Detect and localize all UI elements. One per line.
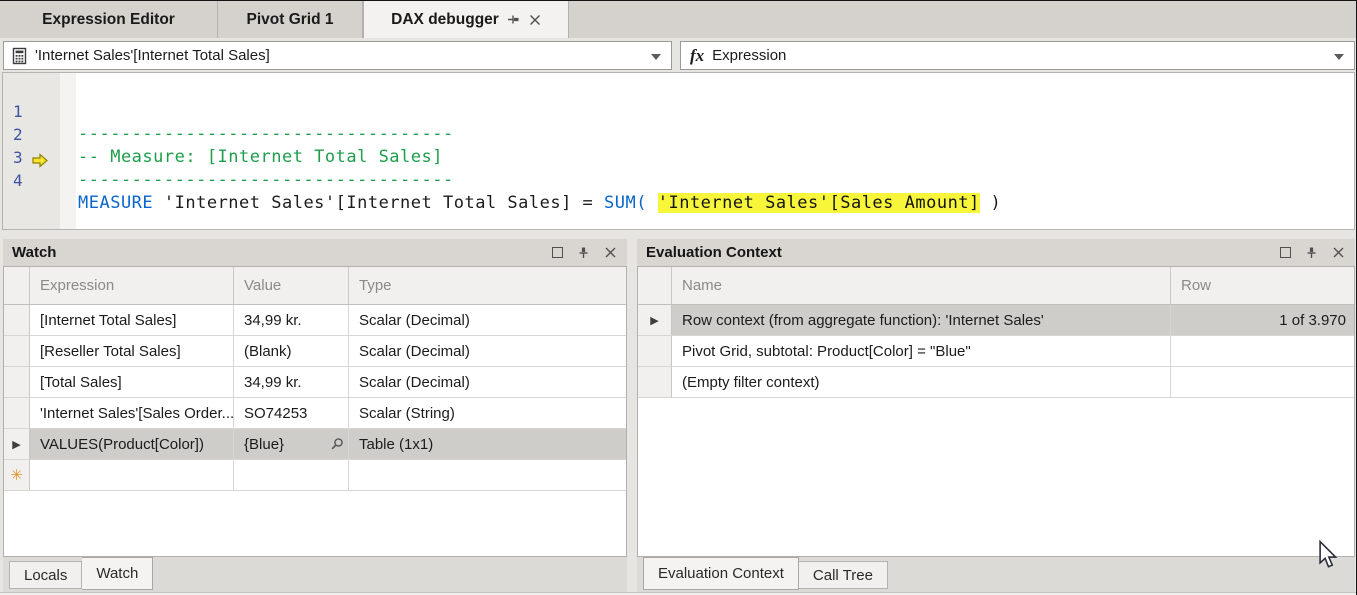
close-icon[interactable] — [529, 14, 541, 26]
code-statement: MEASURE 'Internet Sales'[Internet Total … — [78, 192, 1001, 215]
column-header-name[interactable]: Name — [672, 267, 1171, 304]
watch-row[interactable]: 'Internet Sales'[Sales Order... SO74253 … — [4, 398, 626, 429]
evaluation-context-panel: Evaluation Context Name Row ▶ — [637, 239, 1355, 557]
evaluation-row[interactable]: (Empty filter context) — [638, 367, 1354, 398]
column-header-type[interactable]: Type — [349, 267, 626, 304]
close-icon[interactable] — [604, 246, 617, 259]
tab-evaluation-context[interactable]: Evaluation Context — [643, 557, 799, 590]
code-line-2: 2 -- Measure: [Internet Total Sales] — [3, 100, 1354, 123]
tab-pivot-grid-1[interactable]: Pivot Grid 1 — [218, 1, 363, 38]
current-row-arrow-icon: ▶ — [12, 438, 20, 451]
watch-grid: Expression Value Type [Internet Total Sa… — [3, 266, 627, 557]
evaluation-row-selected[interactable]: ▶ Row context (from aggregate function):… — [638, 305, 1354, 336]
tab-label: Expression Editor — [42, 11, 175, 29]
calculator-icon — [12, 47, 27, 65]
magnifier-icon[interactable] — [330, 437, 344, 451]
document-tab-bar: Expression Editor Pivot Grid 1 DAX debug… — [0, 1, 1356, 38]
watch-row-selected[interactable]: ▶ VALUES(Product[Color]) {Blue} Table (1… — [4, 429, 626, 460]
mouse-cursor — [1317, 540, 1339, 570]
pin-icon[interactable] — [507, 13, 520, 26]
panel-title: Evaluation Context — [646, 244, 782, 261]
column-header-expression[interactable]: Expression — [30, 267, 234, 304]
line-number: 4 — [13, 169, 23, 192]
keyword-measure: MEASURE — [78, 193, 153, 213]
maximize-icon[interactable] — [1280, 247, 1291, 258]
pin-icon[interactable] — [577, 246, 590, 259]
evaluation-grid-header: Name Row — [638, 267, 1354, 305]
tab-locals[interactable]: Locals — [9, 561, 82, 589]
code-line-1: 1 ----------------------------------- — [3, 77, 1354, 100]
tab-call-tree[interactable]: Call Tree — [799, 561, 888, 589]
tab-dax-debugger[interactable]: DAX debugger — [363, 1, 569, 38]
column-header-value[interactable]: Value — [234, 267, 349, 304]
chevron-down-icon[interactable] — [1334, 54, 1344, 60]
tab-watch[interactable]: Watch — [82, 557, 153, 590]
panel-title: Watch — [12, 244, 56, 261]
measure-combo-value: 'Internet Sales'[Internet Total Sales] — [35, 47, 270, 64]
evaluation-grid: Name Row ▶ Row context (from aggregate f… — [637, 266, 1355, 557]
expression-combo-value: Expression — [712, 47, 786, 64]
watch-panel-titlebar: Watch — [3, 239, 627, 266]
row-count: 1 of 3.970 — [1171, 305, 1354, 336]
expression-combobox[interactable]: fx Expression — [680, 41, 1355, 70]
code-comment: ----------------------------------- — [78, 169, 454, 192]
pin-icon[interactable] — [1305, 246, 1318, 259]
watch-bottom-tabstrip: Locals Watch — [3, 557, 627, 592]
row-header-column — [638, 267, 672, 304]
highlighted-expression: 'Internet Sales'[Sales Amount] — [658, 193, 980, 213]
code-line-4: 4 MEASURE 'Internet Sales'[Internet Tota… — [3, 146, 1354, 169]
watch-grid-header: Expression Value Type — [4, 267, 626, 305]
evaluation-bottom-tabstrip: Evaluation Context Call Tree — [637, 557, 1355, 592]
row-header-column — [4, 267, 30, 304]
dax-code-editor[interactable]: 1 ----------------------------------- 2 … — [2, 72, 1355, 230]
code-line-3: 3 ----------------------------------- — [3, 123, 1354, 146]
close-icon[interactable] — [1332, 246, 1345, 259]
chevron-down-icon[interactable] — [651, 54, 661, 60]
watch-new-row[interactable]: ✳ — [4, 460, 626, 491]
dax-debugger-window: Expression Editor Pivot Grid 1 DAX debug… — [0, 0, 1357, 595]
measure-selector-combobox[interactable]: 'Internet Sales'[Internet Total Sales] — [3, 41, 672, 70]
watch-row[interactable]: [Total Sales] 34,99 kr. Scalar (Decimal) — [4, 367, 626, 398]
current-row-arrow-icon: ▶ — [650, 314, 658, 327]
tab-label: DAX debugger — [391, 11, 499, 29]
evaluation-row[interactable]: Pivot Grid, subtotal: Product[Color] = "… — [638, 336, 1354, 367]
watch-panel: Watch Expression Value Type — [3, 239, 627, 557]
tab-label: Pivot Grid 1 — [247, 11, 334, 29]
column-header-row[interactable]: Row — [1171, 267, 1354, 304]
tab-expression-editor[interactable]: Expression Editor — [0, 1, 218, 38]
keyword-sum: SUM( — [604, 193, 647, 213]
watch-row[interactable]: [Internet Total Sales] 34,99 kr. Scalar … — [4, 305, 626, 336]
evaluation-panel-titlebar: Evaluation Context — [637, 239, 1355, 266]
new-row-star-icon: ✳ — [10, 466, 23, 484]
fx-icon: fx — [690, 46, 704, 66]
code-lines: 1 ----------------------------------- 2 … — [3, 77, 1354, 169]
maximize-icon[interactable] — [552, 247, 563, 258]
watch-row[interactable]: [Reseller Total Sales] (Blank) Scalar (D… — [4, 336, 626, 367]
